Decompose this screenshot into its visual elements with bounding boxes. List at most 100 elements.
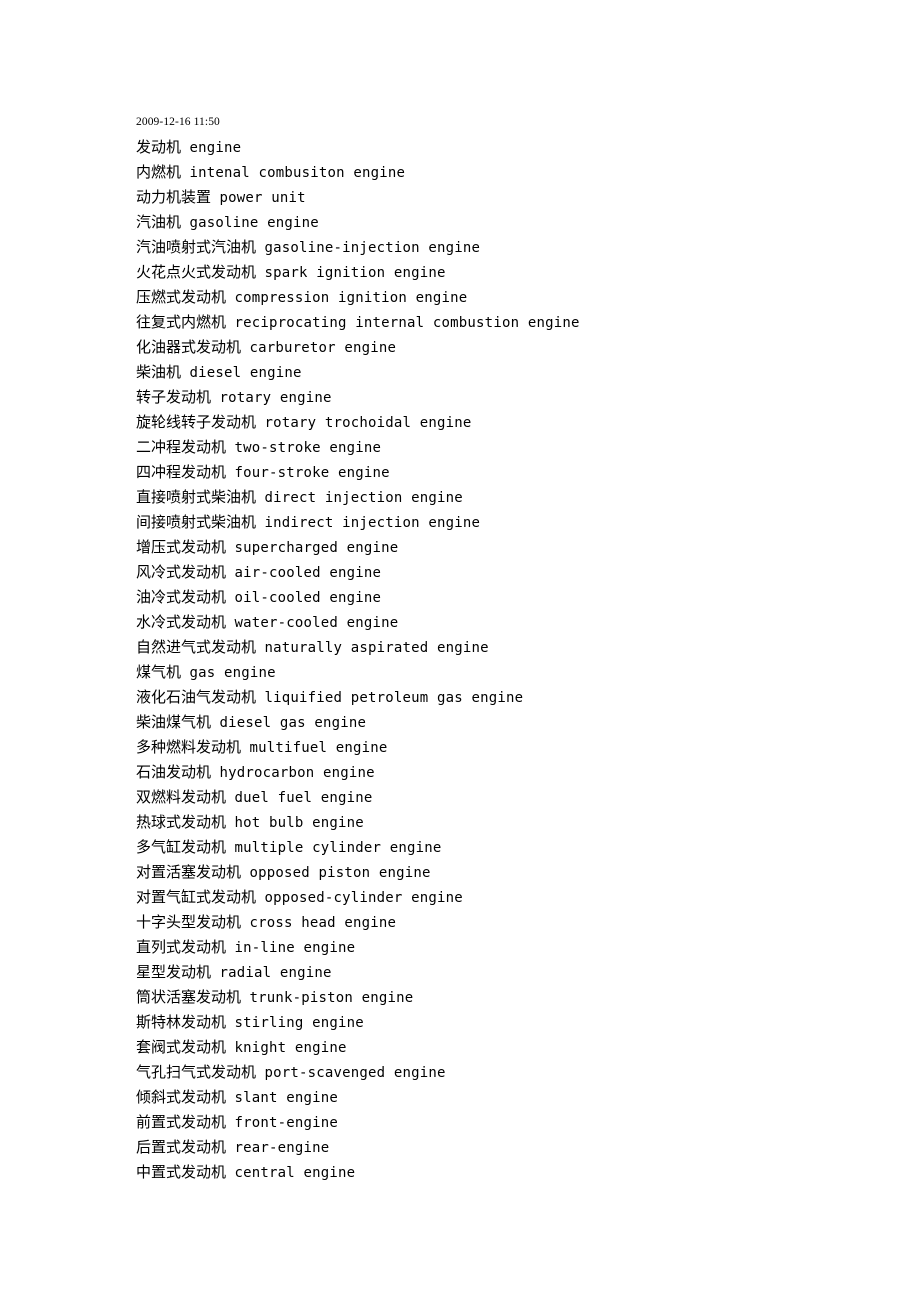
glossary-entry: 倾斜式发动机 slant engine (136, 1085, 920, 1110)
glossary-term-chinese: 发动机 (136, 138, 182, 156)
glossary-term-chinese: 压燃式发动机 (136, 288, 227, 306)
glossary-term-chinese: 增压式发动机 (136, 538, 227, 556)
glossary-term-english: four-stroke engine (234, 465, 390, 481)
glossary-term-english: naturally aspirated engine (264, 640, 489, 656)
glossary-term-english: two-stroke engine (234, 440, 382, 456)
glossary-entry: 汽油喷射式汽油机 gasoline-injection engine (136, 235, 920, 260)
glossary-term-chinese: 水冷式发动机 (136, 613, 227, 631)
glossary-entry: 十字头型发动机 cross head engine (136, 910, 920, 935)
glossary-entry: 多气缸发动机 multiple cylinder engine (136, 835, 920, 860)
glossary-term-chinese: 倾斜式发动机 (136, 1088, 227, 1106)
glossary-entry: 动力机装置 power unit (136, 185, 920, 210)
glossary-entry: 前置式发动机 front-engine (136, 1110, 920, 1135)
glossary-term-english: hot bulb engine (234, 815, 364, 831)
glossary-entry: 间接喷射式柴油机 indirect injection engine (136, 510, 920, 535)
glossary-term-chinese: 直接喷射式柴油机 (136, 488, 257, 506)
glossary-entry: 热球式发动机 hot bulb engine (136, 810, 920, 835)
glossary-entry: 二冲程发动机 two-stroke engine (136, 435, 920, 460)
glossary-term-english: hydrocarbon engine (219, 765, 375, 781)
glossary-entry: 发动机 engine (136, 135, 920, 160)
glossary-entry: 套阀式发动机 knight engine (136, 1035, 920, 1060)
glossary-entry: 火花点火式发动机 spark ignition engine (136, 260, 920, 285)
glossary-term-english: gasoline-injection engine (264, 240, 481, 256)
glossary-term-english: engine (189, 140, 242, 156)
glossary-term-english: rear-engine (234, 1140, 330, 1156)
glossary-term-english: oil-cooled engine (234, 590, 382, 606)
glossary-term-english: spark ignition engine (264, 265, 446, 281)
glossary-entry: 对置活塞发动机 opposed piston engine (136, 860, 920, 885)
glossary-term-english: in-line engine (234, 940, 356, 956)
glossary-entry: 对置气缸式发动机 opposed-cylinder engine (136, 885, 920, 910)
glossary-term-chinese: 汽油喷射式汽油机 (136, 238, 257, 256)
glossary-term-chinese: 二冲程发动机 (136, 438, 227, 456)
glossary-entry: 直列式发动机 in-line engine (136, 935, 920, 960)
glossary-term-english: supercharged engine (234, 540, 399, 556)
glossary-entry: 汽油机 gasoline engine (136, 210, 920, 235)
glossary-term-english: multiple cylinder engine (234, 840, 442, 856)
glossary-entry: 旋轮线转子发动机 rotary trochoidal engine (136, 410, 920, 435)
glossary-entry: 石油发动机 hydrocarbon engine (136, 760, 920, 785)
glossary-term-english: liquified petroleum gas engine (264, 690, 524, 706)
glossary-term-chinese: 后置式发动机 (136, 1138, 227, 1156)
glossary-term-english: gas engine (189, 665, 276, 681)
glossary-term-chinese: 火花点火式发动机 (136, 263, 257, 281)
glossary-term-chinese: 前置式发动机 (136, 1113, 227, 1131)
glossary-entry: 油冷式发动机 oil-cooled engine (136, 585, 920, 610)
glossary-term-english: slant engine (234, 1090, 338, 1106)
glossary-entry: 内燃机 intenal combusiton engine (136, 160, 920, 185)
glossary-term-english: indirect injection engine (264, 515, 481, 531)
glossary-term-chinese: 直列式发动机 (136, 938, 227, 956)
glossary-term-chinese: 四冲程发动机 (136, 463, 227, 481)
glossary-entry: 多种燃料发动机 multifuel engine (136, 735, 920, 760)
glossary-term-chinese: 风冷式发动机 (136, 563, 227, 581)
glossary-term-english: diesel engine (189, 365, 302, 381)
glossary-entry: 双燃料发动机 duel fuel engine (136, 785, 920, 810)
glossary-entry: 化油器式发动机 carburetor engine (136, 335, 920, 360)
glossary-list: 发动机 engine 内燃机 intenal combusiton engine 动… (136, 135, 920, 1185)
glossary-term-chinese: 间接喷射式柴油机 (136, 513, 257, 531)
glossary-entry: 自然进气式发动机 naturally aspirated engine (136, 635, 920, 660)
glossary-entry: 煤气机 gas engine (136, 660, 920, 685)
glossary-term-english: intenal combusiton engine (189, 165, 406, 181)
glossary-entry: 往复式内燃机 reciprocating internal combustion… (136, 310, 920, 335)
glossary-term-english: gasoline engine (189, 215, 319, 231)
document-page: 2009-12-16 11:50 发动机 engine 内燃机 intenal c… (0, 0, 920, 1302)
glossary-term-chinese: 气孔扫气式发动机 (136, 1063, 257, 1081)
glossary-term-english: opposed-cylinder engine (264, 890, 463, 906)
glossary-term-chinese: 往复式内燃机 (136, 313, 227, 331)
glossary-term-chinese: 对置活塞发动机 (136, 863, 242, 881)
glossary-term-chinese: 斯特林发动机 (136, 1013, 227, 1031)
glossary-entry: 直接喷射式柴油机 direct injection engine (136, 485, 920, 510)
glossary-entry: 气孔扫气式发动机 port-scavenged engine (136, 1060, 920, 1085)
glossary-term-chinese: 筒状活塞发动机 (136, 988, 242, 1006)
glossary-term-chinese: 煤气机 (136, 663, 182, 681)
glossary-term-english: trunk-piston engine (249, 990, 414, 1006)
glossary-term-chinese: 双燃料发动机 (136, 788, 227, 806)
glossary-term-english: carburetor engine (249, 340, 397, 356)
glossary-entry: 柴油煤气机 diesel gas engine (136, 710, 920, 735)
glossary-term-chinese: 石油发动机 (136, 763, 212, 781)
glossary-term-english: port-scavenged engine (264, 1065, 446, 1081)
document-timestamp: 2009-12-16 11:50 (136, 116, 220, 128)
glossary-entry: 水冷式发动机 water-cooled engine (136, 610, 920, 635)
glossary-term-english: duel fuel engine (234, 790, 373, 806)
glossary-entry: 液化石油气发动机 liquified petroleum gas engine (136, 685, 920, 710)
glossary-term-chinese: 化油器式发动机 (136, 338, 242, 356)
glossary-entry: 压燃式发动机 compression ignition engine (136, 285, 920, 310)
glossary-entry: 后置式发动机 rear-engine (136, 1135, 920, 1160)
glossary-term-chinese: 多气缸发动机 (136, 838, 227, 856)
glossary-entry: 增压式发动机 supercharged engine (136, 535, 920, 560)
glossary-term-chinese: 液化石油气发动机 (136, 688, 257, 706)
glossary-term-english: compression ignition engine (234, 290, 468, 306)
glossary-term-chinese: 柴油煤气机 (136, 713, 212, 731)
glossary-term-english: cross head engine (249, 915, 397, 931)
glossary-term-chinese: 动力机装置 (136, 188, 212, 206)
glossary-term-chinese: 星型发动机 (136, 963, 212, 981)
glossary-term-chinese: 热球式发动机 (136, 813, 227, 831)
glossary-term-english: opposed piston engine (249, 865, 431, 881)
glossary-term-english: diesel gas engine (219, 715, 367, 731)
glossary-term-chinese: 旋轮线转子发动机 (136, 413, 257, 431)
glossary-term-english: radial engine (219, 965, 332, 981)
glossary-entry: 四冲程发动机 four-stroke engine (136, 460, 920, 485)
glossary-term-chinese: 中置式发动机 (136, 1163, 227, 1181)
